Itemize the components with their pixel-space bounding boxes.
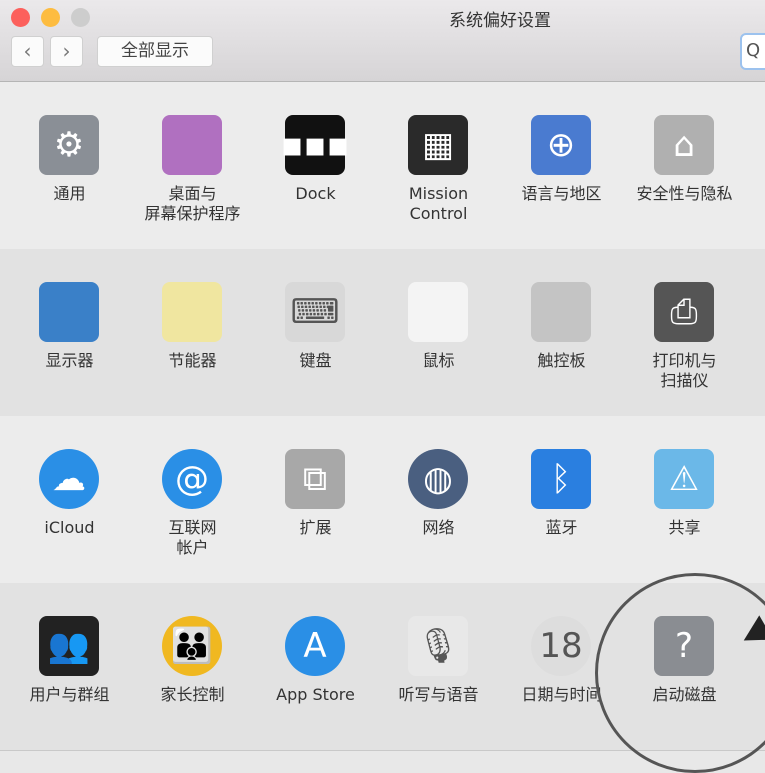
pane-row: ☁ iCloud @ 互联网 帐户 ⧉ 扩展 ◍ 网络 ᛒ 蓝牙 ⚠ 共享 (0, 416, 765, 584)
pane-label: 鼠标 (422, 351, 455, 370)
pane-label: 通用 (53, 184, 86, 203)
pane-label: 家长控制 (160, 685, 225, 704)
pane-label: 扩展 (299, 518, 332, 537)
pane-item[interactable]: 🎙 听写与语音 (377, 583, 500, 751)
pane-item[interactable]: ▪▪▪ Dock (254, 82, 377, 250)
pane-item[interactable]: A App Store (254, 583, 377, 751)
pane-label: 显示器 (45, 351, 94, 370)
lightbulb-icon (162, 282, 222, 342)
pane-item[interactable]: ⊕ 语言与地区 (500, 82, 623, 250)
pane-item[interactable]: 显示器 (8, 249, 131, 417)
pane-label: App Store (276, 685, 355, 704)
search-input[interactable]: Q (740, 33, 765, 70)
pane-label: 网络 (422, 518, 455, 537)
pane-label: 听写与语音 (398, 685, 479, 704)
pane-item[interactable]: ◍ 网络 (377, 416, 500, 584)
un-flag-icon: ⊕ (531, 115, 591, 175)
clock-calendar-icon: 18 (531, 616, 591, 676)
back-button[interactable]: ‹ (11, 36, 44, 67)
pane-item[interactable]: ⌂ 安全性与隐私 (623, 82, 746, 250)
pane-label: 共享 (668, 518, 701, 537)
pane-label: 安全性与隐私 (636, 184, 733, 203)
users-groups-icon: 👥 (39, 616, 99, 676)
pane-label: 节能器 (168, 351, 217, 370)
window-title: 系统偏好设置 (449, 11, 551, 31)
pane-label: Mission Control (408, 184, 469, 223)
printer-icon: ⎙ (654, 282, 714, 342)
mission-control-icon: ▦ (408, 115, 468, 175)
pane-item[interactable]: 👥 用户与群组 (8, 583, 131, 751)
parental-controls-icon: 👪 (162, 616, 222, 676)
pane-label: Dock (295, 184, 336, 203)
display-icon (39, 282, 99, 342)
pane-item[interactable]: ⌨ 键盘 (254, 249, 377, 417)
pane-label: iCloud (44, 518, 95, 537)
toolbar: 系统偏好设置 ‹ › 全部显示 Q (0, 0, 765, 82)
pane-label: 语言与地区 (521, 184, 602, 203)
at-sign-icon: @ (162, 449, 222, 509)
pane-item[interactable]: 👪 家长控制 (131, 583, 254, 751)
pane-item[interactable]: 桌面与 屏幕保护程序 (131, 82, 254, 250)
icloud-icon: ☁ (39, 449, 99, 509)
pane-label: 触控板 (537, 351, 586, 370)
lock-house-icon: ⌂ (654, 115, 714, 175)
show-all-button[interactable]: 全部显示 (97, 36, 213, 67)
pane-label: 互联网 帐户 (168, 518, 217, 557)
pane-item[interactable]: ⧉ 扩展 (254, 416, 377, 584)
pane-label: 蓝牙 (545, 518, 578, 537)
pane-item[interactable]: @ 互联网 帐户 (131, 416, 254, 584)
pane-item[interactable]: ▦ Mission Control (377, 82, 500, 250)
bluetooth-icon: ᛒ (531, 449, 591, 509)
pane-item[interactable]: 节能器 (131, 249, 254, 417)
microphone-icon: 🎙 (408, 616, 468, 676)
forward-button[interactable]: › (50, 36, 83, 67)
mouse-icon (408, 282, 468, 342)
app-store-icon: A (285, 616, 345, 676)
pane-label: 桌面与 屏幕保护程序 (144, 184, 241, 223)
extensions-icon: ⧉ (285, 449, 345, 509)
sharing-folder-icon: ⚠ (654, 449, 714, 509)
keyboard-icon: ⌨ (285, 282, 345, 342)
pane-item[interactable]: ⚙ 通用 (8, 82, 131, 250)
pane-label: 键盘 (299, 351, 332, 370)
dock-icon: ▪▪▪ (280, 115, 350, 175)
pane-row: ⚙ 通用 桌面与 屏幕保护程序 ▪▪▪ Dock ▦ Mission Control ⊕ 语言与… (0, 82, 765, 250)
pane-item[interactable]: 鼠标 (377, 249, 500, 417)
pane-item[interactable]: ⚠ 共享 (623, 416, 746, 584)
pane-item[interactable]: 触控板 (500, 249, 623, 417)
pane-label: 用户与群组 (29, 685, 110, 704)
pane-item[interactable]: ⎙ 打印机与 扫描仪 (623, 249, 746, 417)
pane-label: 打印机与 扫描仪 (652, 351, 717, 390)
network-globe-icon: ◍ (408, 449, 468, 509)
pane-item[interactable]: ☁ iCloud (8, 416, 131, 584)
trackpad-icon (531, 282, 591, 342)
pane-row: 显示器 节能器 ⌨ 键盘 鼠标 触控板 ⎙ 打印机与 扫描仪 (0, 249, 765, 417)
pane-item[interactable]: ᛒ 蓝牙 (500, 416, 623, 584)
gear-icon: ⚙ (39, 115, 99, 175)
desktop-screensaver-icon (162, 115, 222, 175)
